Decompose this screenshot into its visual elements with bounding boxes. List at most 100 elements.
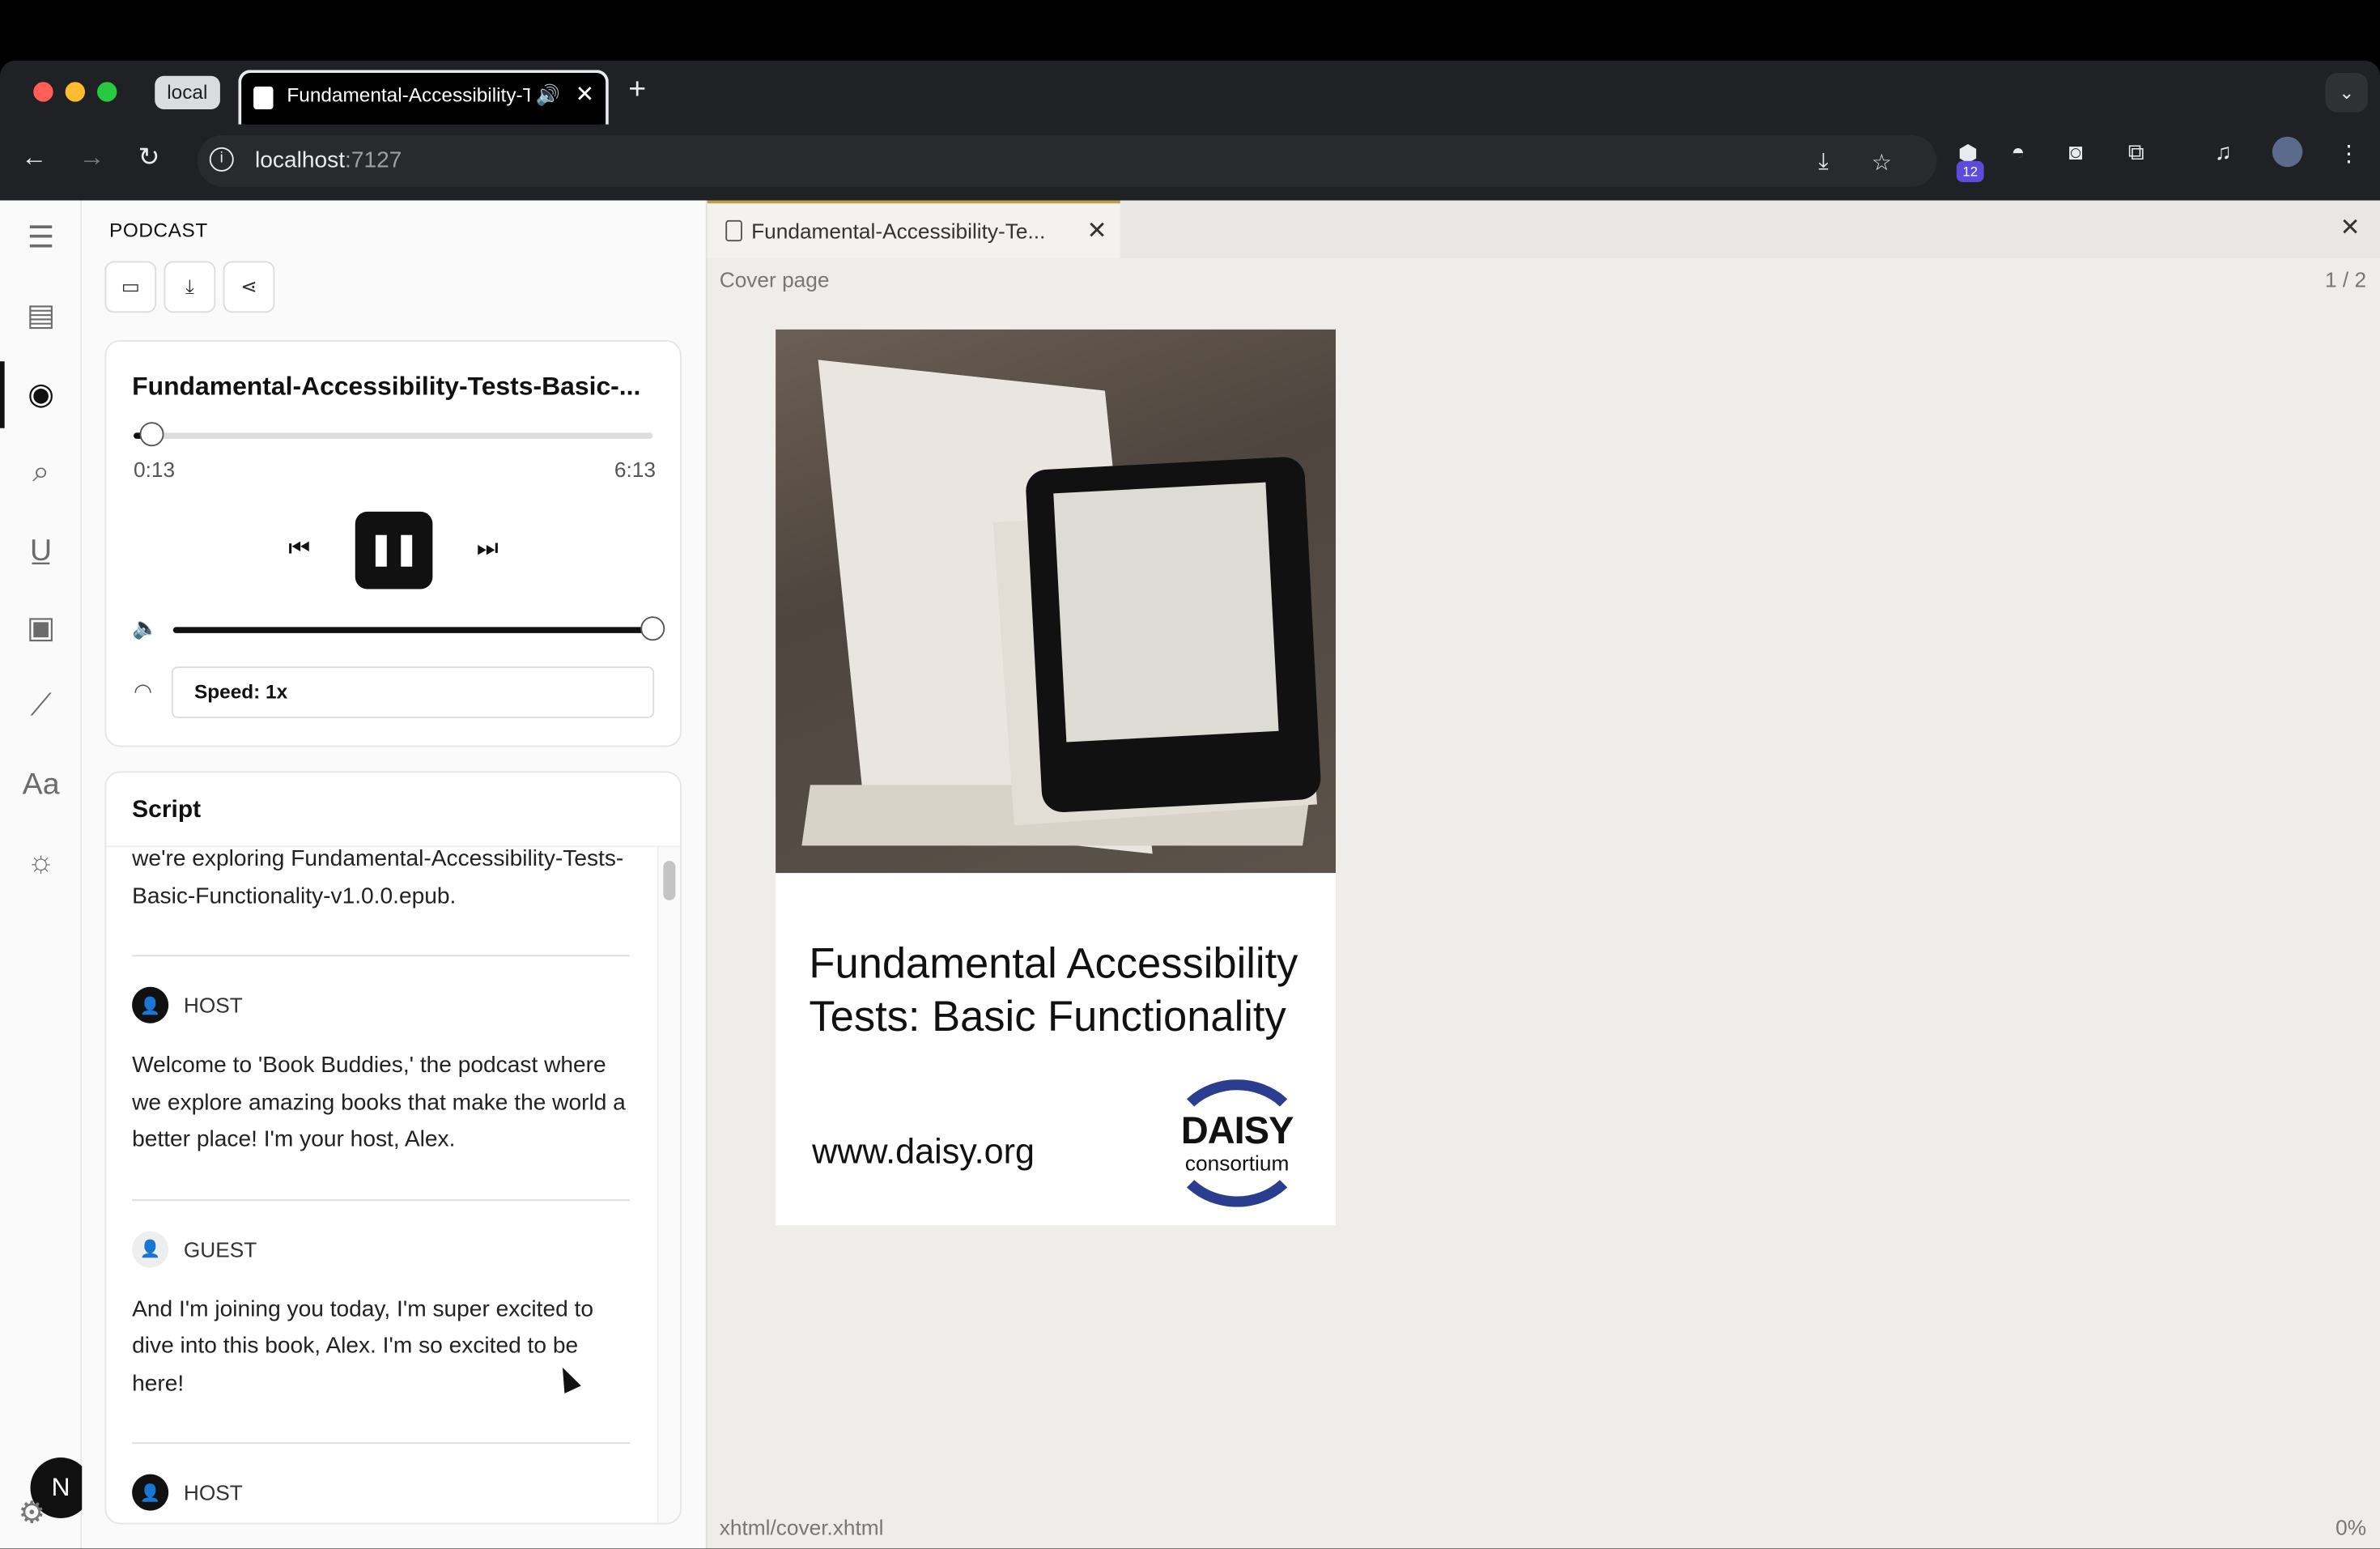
daisy-logo-word: DAISY [1180, 1109, 1294, 1153]
reload-icon[interactable]: ↻ [138, 143, 160, 173]
extensions-puzzle-icon[interactable]: ⧉ [2128, 140, 2144, 166]
page-favicon-icon [253, 86, 274, 109]
share-button[interactable]: ⋖ [223, 261, 275, 313]
extension-circle-icon[interactable]: ◓ [2011, 140, 2025, 166]
script-heading: Script [132, 797, 202, 823]
seek-handle[interactable] [139, 422, 164, 447]
podcast-icon[interactable]: ◉ [21, 375, 61, 415]
pause-icon: ❚❚ [368, 533, 419, 567]
comment-icon: ▭ [121, 274, 140, 298]
app-viewport: ☰ ▤ ◉ ⌕ U̲ ▣ ⟋ Aa ☼ N ⚙ PODCAST ▭ ⤓ ⋖ Fu… [0, 200, 2380, 1549]
speaker-text: we're exploring Fundamental-Accessibilit… [132, 847, 624, 909]
tab-search-chevron-icon[interactable]: ⌄ [2325, 73, 2368, 113]
file-path: xhtml/cover.xhtml [719, 1515, 884, 1540]
script-line: 👤 HOST Welcome to 'Book Buddies,' the podc… [132, 986, 631, 1201]
script-scrollbar-thumb[interactable] [663, 861, 676, 900]
download-button[interactable]: ⤓ [164, 261, 216, 313]
book-cover: Fundamental Accessibility Tests: Basic F… [776, 329, 1336, 1226]
skip-back-icon[interactable]: ⏮ [288, 536, 310, 564]
url-host: localhost [255, 147, 346, 173]
reader-tab-bar: Fundamental-Accessibility-Te... ✕ ✕ [707, 200, 2380, 258]
profile-avatar[interactable] [2272, 136, 2303, 168]
menu-bar [0, 0, 2380, 61]
cover-title: Fundamental Accessibility Tests: Basic F… [809, 939, 1298, 1040]
daisy-logo: DAISY consortium [1167, 1079, 1307, 1207]
speaker-text: Welcome to 'Book Buddies,' the podcast w… [132, 1052, 626, 1153]
nav-rail: ☰ ▤ ◉ ⌕ U̲ ▣ ⟋ Aa ☼ N ⚙ [0, 200, 91, 1549]
episode-title: Fundamental-Accessibility-Tests-Basic-..… [132, 372, 641, 401]
close-reader-tab-icon[interactable]: ✕ [1087, 215, 1107, 246]
speaker-name: HOST [183, 993, 243, 1018]
chapter-title: Cover page [719, 267, 830, 292]
browser-menu-icon[interactable]: ⋮ [2338, 140, 2361, 167]
page-counter: 1 / 2 [2325, 267, 2367, 292]
browser-tab-title: Fundamental-Accessibility-Tests-Basic-Fu… [287, 83, 529, 107]
zoom-window-button[interactable] [97, 82, 117, 102]
site-info-icon[interactable]: i [209, 147, 234, 172]
speaker-row: 👤 GUEST [132, 1230, 630, 1267]
forward-arrow-icon[interactable]: → [79, 143, 105, 173]
total-time: 6:13 [614, 457, 656, 482]
volume-handle[interactable] [640, 616, 665, 641]
url-port: :7127 [345, 147, 402, 173]
reader-tab-title: Fundamental-Accessibility-Te... [751, 219, 1046, 243]
speaker-row: 👤 HOST [132, 986, 630, 1023]
browser-tab-active[interactable]: Fundamental-Accessibility-Tests-Basic-Fu… [238, 70, 609, 125]
settings-gear-icon[interactable]: ⚙ [19, 1494, 46, 1532]
extension-count-badge: 12 [1956, 160, 1984, 182]
browser-chrome: local Fundamental-Accessibility-Tests-Ba… [0, 61, 2380, 201]
reader-tab[interactable]: Fundamental-Accessibility-Te... ✕ [707, 200, 1120, 258]
volume-slider[interactable] [172, 616, 665, 641]
speaker-name: GUEST [183, 1236, 257, 1262]
back-arrow-icon[interactable]: ← [21, 143, 47, 173]
chart-line-icon[interactable]: ⟋ [21, 687, 61, 726]
nav-active-indicator [0, 361, 5, 428]
bookmark-star-icon[interactable]: ☆ [1872, 149, 1892, 177]
minimize-window-button[interactable] [65, 82, 85, 102]
script-scroll-area[interactable]: we're exploring Fundamental-Accessibilit… [106, 847, 656, 1522]
speed-select[interactable]: Speed: 1x [171, 666, 655, 718]
new-tab-button[interactable]: + [628, 73, 646, 108]
chat-icon[interactable]: ▤ [21, 296, 61, 336]
desktop-window: local Fundamental-Accessibility-Tests-Ba… [0, 0, 2380, 1549]
address-url[interactable]: localhost:7127 [255, 147, 402, 173]
daisy-logo-sub: consortium [1184, 1151, 1290, 1176]
address-bar[interactable]: i localhost:7127 ⤓ ☆ [197, 134, 1937, 187]
book-icon [725, 219, 742, 242]
search-icon[interactable]: ⌕ [21, 453, 61, 492]
script-line: 👤 GUEST And I'm joining you today, I'm sup… [132, 1230, 631, 1445]
current-time: 0:13 [134, 457, 176, 482]
toc-list-icon[interactable]: ☰ [21, 219, 61, 258]
script-line: 👤 HOST [132, 1474, 630, 1523]
podcast-panel: PODCAST ▭ ⤓ ⋖ Fundamental-Accessibility-… [82, 200, 704, 1549]
script-scrollbar[interactable] [657, 847, 680, 1523]
close-reader-icon[interactable]: ✕ [2340, 213, 2360, 244]
underline-icon[interactable]: U̲ [21, 531, 61, 571]
speaker-person-icon: 👤 [132, 1230, 169, 1267]
speaker-name: HOST [183, 1480, 243, 1505]
comment-button[interactable]: ▭ [104, 261, 157, 313]
typography-icon[interactable]: Aa [21, 765, 61, 805]
extension-glasses-icon[interactable]: ◙ [2069, 140, 2083, 166]
close-window-button[interactable] [33, 82, 53, 102]
tab-group-chip[interactable]: local [155, 75, 220, 109]
skip-forward-icon[interactable]: ⏭ [477, 536, 499, 564]
speaker-person-icon: 👤 [132, 1474, 169, 1511]
close-tab-icon[interactable]: ✕ [576, 80, 595, 108]
seek-slider[interactable] [134, 422, 653, 447]
install-app-icon[interactable]: ⤓ [1818, 149, 1828, 175]
podcast-toolbar: ▭ ⤓ ⋖ [104, 261, 275, 313]
tab-audio-icon[interactable]: 🔊 [536, 83, 560, 108]
ereader-device [1025, 456, 1322, 814]
cover-photo [776, 329, 1336, 874]
volume-icon[interactable]: 🔈 [132, 615, 159, 640]
image-icon[interactable]: ▣ [21, 609, 61, 649]
theme-sun-icon[interactable]: ☼ [21, 843, 61, 883]
speaker-text: And I'm joining you today, I'm super exc… [132, 1296, 594, 1397]
pause-button[interactable]: ❚❚ [355, 511, 433, 589]
media-control-icon[interactable]: ♫ [2215, 140, 2232, 166]
speaker-row: 👤 HOST [132, 1474, 630, 1511]
ereader-screen [1053, 482, 1279, 743]
volume-fill [172, 627, 653, 633]
speaker-person-icon: 👤 [132, 986, 169, 1023]
